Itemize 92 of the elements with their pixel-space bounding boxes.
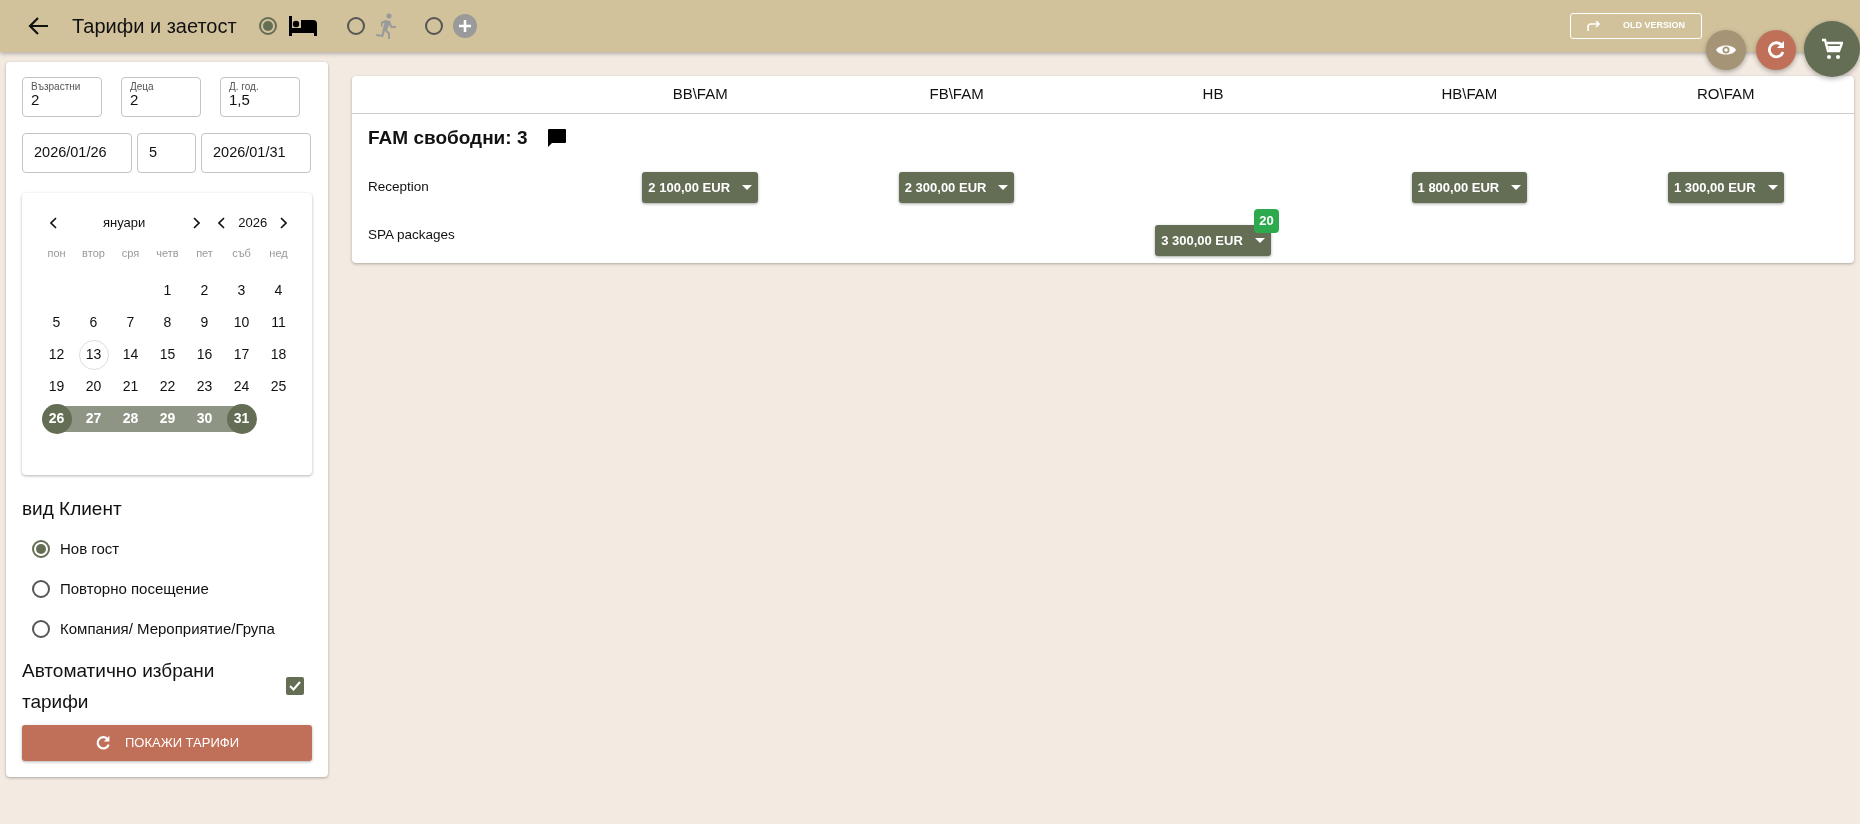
group-title: FAM свободни: 3 bbox=[368, 126, 528, 150]
calendar-day[interactable]: 1 bbox=[152, 275, 183, 306]
refresh-icon bbox=[1766, 40, 1786, 60]
calendar-day[interactable]: 21 bbox=[115, 371, 146, 402]
radio-button[interactable] bbox=[32, 540, 50, 558]
radio-label: Нов гост bbox=[60, 538, 120, 559]
radio-label: Компания/ Мероприятие/Група bbox=[60, 618, 275, 639]
caret-icon bbox=[1767, 185, 1778, 190]
field-label: Деца bbox=[130, 81, 155, 92]
calendar-day[interactable]: 19 bbox=[41, 371, 72, 402]
weekday-label: втор bbox=[81, 245, 106, 261]
next-icon[interactable] bbox=[279, 216, 288, 229]
show-rates-button[interactable]: ПОКАЖИ ТАРИФИ bbox=[22, 725, 312, 761]
view-button[interactable] bbox=[1706, 30, 1746, 70]
checkbox-label: Автоматично избрани тарифи bbox=[22, 659, 216, 714]
field-label: Възрастни bbox=[31, 81, 82, 92]
caret-icon bbox=[1254, 238, 1265, 243]
date-field[interactable]: 2026/01/26 bbox=[22, 133, 132, 173]
calendar-day[interactable]: 26 bbox=[41, 403, 72, 434]
calendar-day[interactable]: 8 bbox=[152, 307, 183, 338]
field-value: 2 bbox=[31, 92, 40, 109]
comment-icon[interactable] bbox=[547, 128, 568, 149]
section-title: вид Клиент bbox=[22, 496, 123, 521]
calendar-day[interactable]: 31 bbox=[226, 403, 257, 434]
refresh-button[interactable] bbox=[1756, 30, 1796, 70]
price-dropdown-button[interactable]: 2 300,00 EUR bbox=[898, 172, 1015, 203]
redo-arrow-icon bbox=[1587, 21, 1601, 31]
cart-icon bbox=[1821, 38, 1843, 60]
next-icon[interactable] bbox=[192, 216, 201, 229]
caret-icon bbox=[1511, 185, 1522, 190]
weekday-label: пон bbox=[46, 245, 67, 261]
calendar-day[interactable]: 23 bbox=[189, 371, 220, 402]
calendar-day[interactable]: 14 bbox=[115, 339, 146, 370]
column-header: HB\FAM bbox=[1440, 84, 1499, 105]
nights-field[interactable]: 5 bbox=[137, 133, 196, 173]
calendar-day[interactable]: 22 bbox=[152, 371, 183, 402]
weekday-label: нед bbox=[268, 245, 289, 261]
calendar-day[interactable]: 6 bbox=[78, 307, 109, 338]
radio-button[interactable] bbox=[32, 620, 50, 638]
input-field[interactable]: Деца 2 bbox=[121, 77, 201, 117]
calendar-day[interactable]: 11 bbox=[263, 307, 294, 338]
caret-icon bbox=[742, 185, 753, 190]
column-header: RO\FAM bbox=[1696, 84, 1756, 105]
previous-icon[interactable] bbox=[218, 216, 227, 229]
refresh-icon bbox=[94, 735, 111, 751]
calendar-day[interactable]: 4 bbox=[263, 275, 294, 306]
calendar-day[interactable]: 9 bbox=[189, 307, 220, 338]
field-value: 1,5 bbox=[229, 92, 250, 109]
radio-button[interactable] bbox=[32, 580, 50, 598]
calendar-day[interactable]: 10 bbox=[226, 307, 257, 338]
calendar-day[interactable]: 12 bbox=[41, 339, 72, 370]
date-field[interactable]: 2026/01/31 bbox=[201, 133, 311, 173]
year-label: 2026 bbox=[238, 214, 268, 232]
row-label: SPA packages bbox=[367, 226, 456, 245]
price-dropdown-button[interactable]: 3 300,00 EUR bbox=[1155, 225, 1271, 256]
month-label: януари bbox=[103, 214, 146, 232]
page-title: Тарифи и заетост bbox=[72, 14, 237, 39]
weekday-label: пет bbox=[195, 245, 214, 261]
weekday-label: съб bbox=[231, 245, 252, 261]
price-dropdown-button[interactable]: 1 800,00 EUR bbox=[1411, 172, 1528, 203]
checkbox[interactable] bbox=[286, 677, 304, 695]
cart-button[interactable] bbox=[1804, 21, 1860, 77]
calendar-day[interactable]: 17 bbox=[226, 339, 257, 370]
previous-icon[interactable] bbox=[50, 216, 58, 229]
column-header: FB\FAM bbox=[928, 84, 985, 105]
radio-button[interactable] bbox=[258, 17, 277, 35]
radio-label: Повторно посещение bbox=[60, 578, 209, 599]
calendar-day[interactable]: 25 bbox=[263, 371, 294, 402]
price-dropdown-button[interactable]: 2 100,00 EUR bbox=[642, 172, 759, 203]
calendar-day[interactable]: 24 bbox=[226, 371, 257, 402]
field-label: Д. год. bbox=[229, 81, 260, 92]
back-arrow-icon[interactable] bbox=[28, 16, 50, 36]
column-header: BB\FAM bbox=[671, 84, 729, 105]
calendar-day[interactable]: 5 bbox=[41, 307, 72, 338]
weekday-label: сря bbox=[120, 245, 141, 261]
row-label: Reception bbox=[367, 178, 430, 197]
calendar-day[interactable]: 16 bbox=[189, 339, 220, 370]
input-field[interactable]: Д. год. 1,5 bbox=[220, 77, 300, 117]
field-value: 2 bbox=[130, 92, 139, 109]
weekday-label: четв bbox=[155, 245, 180, 261]
calendar-day[interactable]: 20 bbox=[78, 371, 109, 402]
calendar-day[interactable]: 15 bbox=[152, 339, 183, 370]
calendar-day[interactable]: 2 bbox=[189, 275, 220, 306]
column-header: HB bbox=[1201, 84, 1225, 105]
input-field[interactable]: Възрастни 2 bbox=[22, 77, 102, 117]
count-badge: 20 bbox=[1254, 209, 1279, 233]
caret-icon bbox=[998, 185, 1009, 190]
eye-icon bbox=[1715, 43, 1737, 57]
calendar-day[interactable]: 7 bbox=[115, 307, 146, 338]
calendar-day[interactable]: 3 bbox=[226, 275, 257, 306]
calendar-day[interactable]: 18 bbox=[263, 339, 294, 370]
price-dropdown-button[interactable]: 1 300,00 EUR bbox=[1667, 172, 1784, 203]
